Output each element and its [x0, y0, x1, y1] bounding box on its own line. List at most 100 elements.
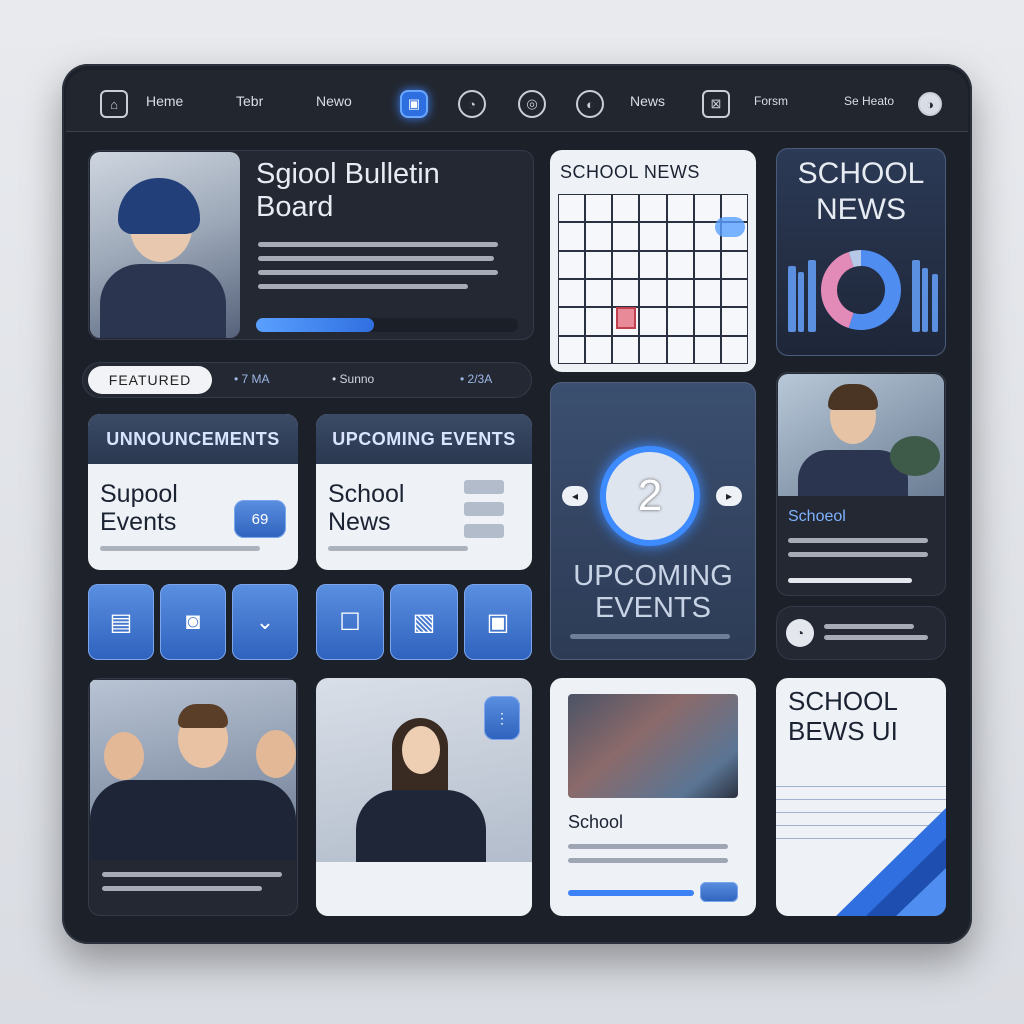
calendar-cell[interactable]	[693, 335, 721, 364]
calendar-card[interactable]: SCHOOL NEWS	[550, 150, 756, 372]
nav-item-news[interactable]: News	[630, 70, 665, 132]
nav-item-se-heato[interactable]: Se Heato	[844, 70, 894, 132]
calendar-cell[interactable]	[639, 250, 667, 279]
calendar-cell[interactable]	[585, 222, 613, 251]
calendar-cell[interactable]	[558, 222, 586, 251]
calendar-cell[interactable]	[720, 279, 748, 308]
tag-icon[interactable]: ⋮	[484, 696, 520, 740]
student-portrait-card[interactable]: ⋮	[316, 678, 532, 916]
calendar-cell[interactable]	[639, 335, 667, 364]
calendar-cell[interactable]	[558, 194, 586, 223]
calendar-cell[interactable]	[558, 279, 586, 308]
calendar-cell[interactable]	[612, 279, 640, 308]
beanie	[118, 178, 200, 234]
featured-pill[interactable]: Featured	[88, 366, 212, 394]
nav-item-home[interactable]: Heme	[146, 70, 183, 132]
desk	[316, 862, 532, 916]
bell-icon[interactable]: ◔	[458, 90, 486, 118]
article-title: School	[568, 812, 624, 832]
calendar-cell[interactable]	[720, 335, 748, 364]
upcoming-events-card[interactable]: UPCOMING EVENTS School News	[316, 414, 532, 570]
calendar-cell[interactable]	[639, 222, 667, 251]
calendar-cell[interactable]	[612, 222, 640, 251]
school-news-chart-card[interactable]: SCHOOL NEWS	[776, 148, 946, 356]
app-button[interactable]: ▤	[88, 584, 154, 660]
calendar-cell[interactable]	[693, 279, 721, 308]
previous-arrow-icon[interactable]: ◂	[562, 486, 588, 506]
calendar-cell[interactable]	[720, 250, 748, 279]
school-article-card[interactable]: School	[550, 678, 756, 916]
home-icon[interactable]: ⌂	[100, 90, 128, 118]
calendar-cell[interactable]	[720, 307, 748, 336]
featured-item[interactable]: • 2/3A	[460, 372, 492, 386]
calendar-cell[interactable]	[693, 250, 721, 279]
calendar-cell[interactable]	[612, 250, 640, 279]
app-button[interactable]: ◙	[160, 584, 226, 660]
app-button[interactable]: ▧	[390, 584, 458, 660]
calendar-cell[interactable]	[585, 307, 613, 336]
app-button[interactable]: ⌄	[232, 584, 298, 660]
upcoming-thumbnails	[464, 480, 516, 538]
nav-item-newo[interactable]: Newo	[316, 70, 352, 132]
calendar-event-marker[interactable]	[714, 216, 745, 237]
calendar-cell[interactable]	[639, 279, 667, 308]
featured-item[interactable]: • Sunno	[332, 372, 374, 386]
calendar-cell[interactable]	[585, 335, 613, 364]
calendar-cell[interactable]	[666, 222, 694, 251]
calendar-cell[interactable]	[558, 250, 586, 279]
calendar-cell[interactable]	[585, 279, 613, 308]
read-more-button[interactable]	[700, 882, 738, 902]
school-news-ui-card[interactable]: SCHOOL BEWS UI	[776, 678, 946, 916]
page-curl-graphic	[836, 808, 946, 916]
bulletin-board-card: Sgiool Bulletin Board	[88, 150, 534, 340]
announcements-badge[interactable]: 69	[234, 500, 286, 538]
avatar-icon: ◔	[786, 619, 814, 647]
calendar-grid[interactable]	[558, 194, 748, 364]
announcements-card[interactable]: UNNOUNCEMENTS Supool Events 69	[88, 414, 298, 570]
group-photo-card[interactable]	[88, 678, 298, 916]
calendar-cell[interactable]	[639, 194, 667, 223]
calendar-cell[interactable]	[612, 194, 640, 223]
bulletin-title: Sgiool Bulletin Board	[256, 158, 440, 223]
search-icon[interactable]: ◎	[518, 90, 546, 118]
calendar-cell[interactable]	[585, 250, 613, 279]
app-button[interactable]: ☐	[316, 584, 384, 660]
calendar-cell[interactable]	[666, 194, 694, 223]
calendar-event-marker[interactable]	[616, 307, 637, 330]
profile-icon[interactable]: ◑	[918, 92, 942, 116]
calendar-cell[interactable]	[585, 194, 613, 223]
tablet-frame: ⌂ Heme Tebr Newo ▣ ◔ ◎ ◐ News ⊠ Forsm Se…	[62, 64, 972, 944]
chevron-down-icon: ⌄	[255, 609, 275, 634]
nav-item-tebr[interactable]: Tebr	[236, 70, 263, 132]
chart-bar	[808, 260, 816, 332]
donut-slice	[821, 251, 855, 329]
announcements-body: Supool Events	[100, 480, 178, 536]
jacket	[100, 264, 226, 338]
app-button[interactable]: ▣	[464, 584, 532, 660]
nav-item-forsm[interactable]: Forsm	[754, 70, 788, 132]
calendar-cell[interactable]	[558, 335, 586, 364]
calendar-cell[interactable]	[639, 307, 667, 336]
calendar-icon[interactable]: ▣	[400, 90, 428, 118]
calendar-cell[interactable]	[693, 307, 721, 336]
calendar-cell[interactable]	[666, 307, 694, 336]
folder-icon: ▤	[109, 608, 133, 636]
calendar-title: SCHOOL NEWS	[560, 162, 700, 182]
calendar-cell[interactable]	[666, 279, 694, 308]
calendar-cell[interactable]	[558, 307, 586, 336]
bookmark-icon[interactable]: ⊠	[702, 90, 730, 118]
student-card-title: Schoeol	[788, 508, 846, 525]
calendar-cell[interactable]	[666, 335, 694, 364]
next-arrow-icon[interactable]: ▸	[716, 486, 742, 506]
profile-pill[interactable]: ◔	[776, 606, 946, 660]
chat-icon[interactable]: ◐	[576, 90, 604, 118]
featured-bar: Featured • 7 MA • Sunno • 2/3A	[82, 362, 532, 398]
student-news-card[interactable]: Schoeol	[776, 372, 946, 596]
chart-bar	[932, 274, 938, 332]
calendar-cell[interactable]	[612, 335, 640, 364]
chart-bar	[788, 266, 796, 332]
donut-chart	[788, 250, 938, 332]
calendar-cell[interactable]	[666, 250, 694, 279]
featured-item[interactable]: • 7 MA	[234, 372, 270, 386]
calendar-cell[interactable]	[693, 194, 721, 223]
